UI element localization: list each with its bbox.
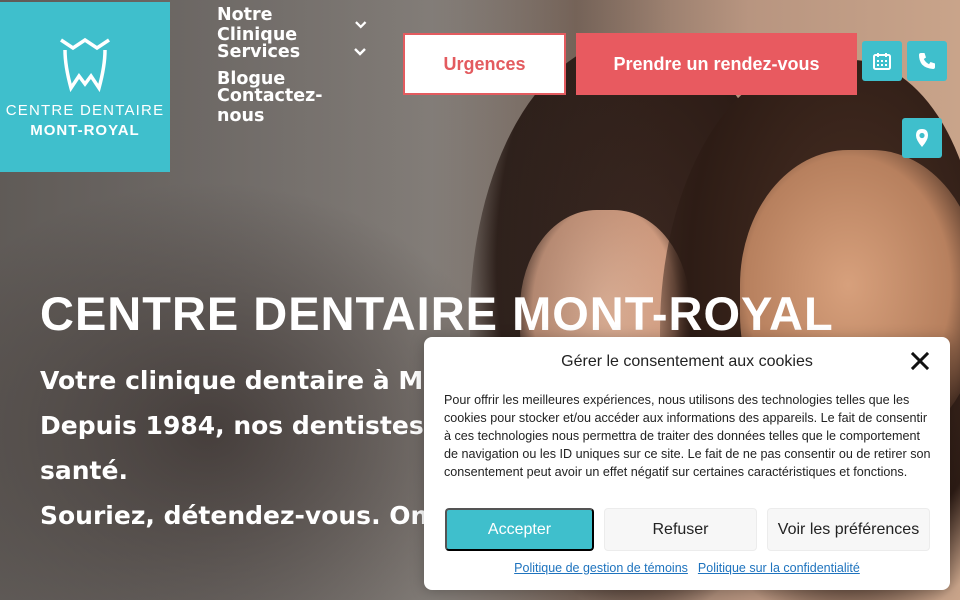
close-icon[interactable]: [910, 351, 930, 371]
urgences-button[interactable]: Urgences: [403, 33, 566, 95]
site-logo[interactable]: CENTRE DENTAIRE MONT-ROYAL: [0, 2, 170, 172]
logo-text-line2: MONT-ROYAL: [30, 122, 140, 139]
chevron-down-icon[interactable]: [353, 47, 367, 57]
location-button[interactable]: [902, 118, 942, 158]
phone-button[interactable]: [907, 41, 947, 81]
hero-tagline: Votre clinique dentaire à Mon Depuis 198…: [40, 358, 484, 538]
hero-line: Souriez, détendez-vous. On s’o: [40, 501, 479, 530]
cookie-consent-dialog: Gérer le consentement aux cookies Pour o…: [424, 337, 950, 590]
cookie-preferences-button[interactable]: Voir les préférences: [767, 508, 930, 551]
refuse-cookies-button[interactable]: Refuser: [604, 508, 757, 551]
cookie-policy-link[interactable]: Politique de gestion de témoins: [514, 561, 688, 575]
hero-line: Depuis 1984, nos dentistes vou: [40, 411, 484, 440]
accept-cookies-button[interactable]: Accepter: [445, 508, 594, 551]
appointment-button[interactable]: Prendre un rendez-vous: [576, 33, 857, 95]
nav-item-label: Notre Clinique: [217, 4, 298, 45]
hero-title: CENTRE DENTAIRE MONT-ROYAL: [40, 287, 834, 340]
nav-item-label: Services: [217, 41, 301, 62]
cookie-dialog-text: Pour offrir les meilleures expériences, …: [444, 393, 931, 479]
chevron-down-icon[interactable]: [354, 20, 367, 30]
cookie-dialog-title: Gérer le consentement aux cookies: [561, 353, 813, 370]
nav-item-contactez-nous[interactable]: Contactez-nous: [217, 86, 367, 126]
cookie-policy-links: Politique de gestion de témoins Politiqu…: [424, 561, 950, 575]
map-pin-icon: [916, 129, 928, 147]
hero-line: Votre clinique dentaire à Mon: [40, 366, 459, 395]
nav-item-notre-clinique[interactable]: Notre Clinique: [217, 5, 367, 45]
nav-item-label: Contactez-nous: [217, 85, 323, 126]
calendar-button[interactable]: [862, 41, 902, 81]
phone-icon: [919, 53, 935, 69]
main-nav: Notre Clinique Services Blogue Contactez…: [217, 5, 367, 126]
tooth-logo-icon: [60, 37, 110, 92]
logo-text-line1: CENTRE DENTAIRE: [5, 102, 165, 119]
privacy-policy-link[interactable]: Politique sur la confidentialité: [698, 561, 860, 575]
hero-line: santé.: [40, 456, 128, 485]
calendar-icon: [873, 53, 891, 70]
